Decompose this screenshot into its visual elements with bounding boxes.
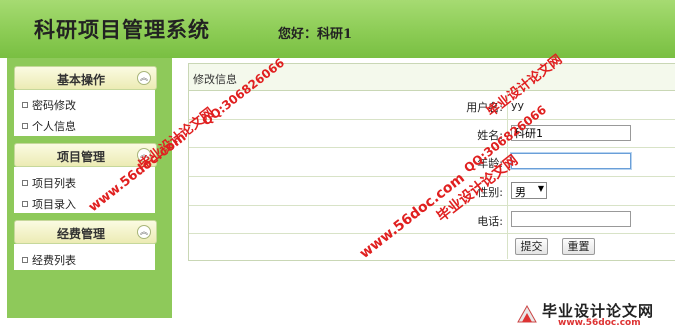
sidebar-item-label: 密码修改 bbox=[32, 99, 76, 112]
gender-select-value: 男 bbox=[515, 186, 526, 199]
form-row-age: 年龄: bbox=[189, 148, 675, 177]
app-title: 科研项目管理系统 bbox=[34, 17, 210, 42]
chevron-down-icon: ▼ bbox=[537, 184, 544, 193]
form-row-username: 用户名: yy bbox=[189, 91, 675, 120]
sidebar-item-password-change[interactable]: 密码修改 bbox=[22, 97, 76, 113]
logo-url: www.56doc.com bbox=[558, 318, 641, 328]
age-input[interactable] bbox=[511, 153, 631, 169]
gender-select[interactable]: 男 ▼ bbox=[511, 182, 547, 199]
sidebar: 基本操作 ︽ 密码修改 个人信息 项目管理 ︽ 项目列表 项目录入 经费管理 ︽… bbox=[7, 58, 172, 318]
age-label: 年龄: bbox=[477, 157, 503, 170]
sidebar-group-title: 经费管理 bbox=[57, 227, 106, 241]
sidebar-item-label: 项目录入 bbox=[32, 198, 76, 211]
app-header: 科研项目管理系统 您好：科研1 bbox=[0, 0, 675, 58]
watermark-logo: 毕业设计论文网 www.56doc.com bbox=[517, 298, 670, 330]
sidebar-group-title: 项目管理 bbox=[57, 150, 106, 164]
logo-icon bbox=[517, 304, 537, 323]
bullet-icon bbox=[22, 180, 28, 186]
sidebar-item-label: 经费列表 bbox=[32, 254, 76, 267]
reset-button[interactable]: 重置 bbox=[562, 238, 595, 255]
sidebar-group-basic[interactable]: 基本操作 ︽ bbox=[14, 66, 157, 90]
sidebar-item-profile[interactable]: 个人信息 bbox=[22, 118, 76, 134]
sidebar-group-body: 密码修改 个人信息 bbox=[14, 90, 155, 136]
collapse-icon[interactable]: ︽ bbox=[137, 225, 151, 239]
sidebar-item-project-list[interactable]: 项目列表 bbox=[22, 175, 76, 191]
sidebar-item-label: 个人信息 bbox=[32, 120, 76, 133]
bullet-icon bbox=[22, 102, 28, 108]
collapse-icon[interactable]: ︽ bbox=[137, 71, 151, 85]
phone-input[interactable] bbox=[511, 211, 631, 227]
sidebar-item-label: 项目列表 bbox=[32, 177, 76, 190]
form-row-name: 姓名: bbox=[189, 120, 675, 148]
sidebar-group-funding[interactable]: 经费管理 ︽ bbox=[14, 220, 157, 244]
bullet-icon bbox=[22, 201, 28, 207]
sidebar-group-body: 经费列表 bbox=[14, 244, 155, 270]
form-row-actions: 提交 重置 bbox=[189, 234, 675, 260]
sidebar-item-project-entry[interactable]: 项目录入 bbox=[22, 196, 76, 212]
edit-info-panel: 修改信息 用户名: yy 姓名: 年龄: 性别: 男 ▼ 电话: 提交 重置 bbox=[188, 63, 675, 261]
bullet-icon bbox=[22, 257, 28, 263]
panel-title: 修改信息 bbox=[193, 73, 237, 86]
bullet-icon bbox=[22, 123, 28, 129]
sidebar-item-funding-list[interactable]: 经费列表 bbox=[22, 252, 76, 268]
submit-button[interactable]: 提交 bbox=[515, 238, 548, 255]
user-greeting: 您好：科研1 bbox=[278, 27, 353, 42]
name-label: 姓名: bbox=[477, 129, 503, 142]
sidebar-group-title: 基本操作 bbox=[57, 73, 106, 87]
